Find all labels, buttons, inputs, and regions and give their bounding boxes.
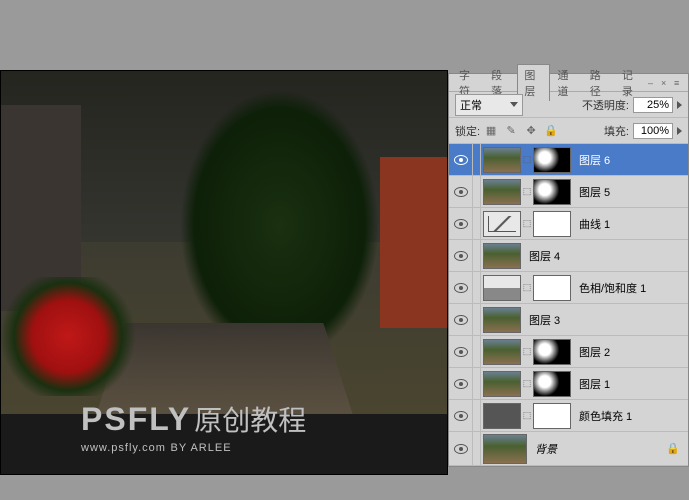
visibility-toggle[interactable]: [449, 304, 473, 335]
visibility-toggle[interactable]: [449, 336, 473, 367]
layer-row[interactable]: ⬚ 颜色填充 1: [449, 400, 688, 432]
mask-thumb[interactable]: [533, 275, 571, 301]
eye-icon: [454, 251, 468, 261]
layers-list: ⬚ 图层 6 ⬚ 图层 5 ⬚ 曲线 1 图层 4 ⬚ 色相/饱和度 1 图层 3 ⬚ 图层 2 ⬚ 图层…: [449, 144, 688, 466]
eye-icon: [454, 411, 468, 421]
layer-name-label[interactable]: 图层 6: [573, 152, 688, 168]
watermark-cn: 原创教程: [194, 405, 306, 436]
canvas-window: PSFLY 原创教程 www.psfly.com BY ARLEE: [0, 70, 448, 475]
visibility-toggle[interactable]: [449, 272, 473, 303]
mask-thumb[interactable]: [533, 403, 571, 429]
layers-panel: 字符 段落 图层 通道 路径 记录 – × ≡ 正常 不透明度: 25% 锁定:…: [448, 73, 689, 467]
mask-thumb[interactable]: [533, 179, 571, 205]
tab-paths[interactable]: 路径: [584, 65, 614, 101]
lock-position-icon[interactable]: ✥: [524, 124, 538, 138]
layer-row[interactable]: 图层 3: [449, 304, 688, 336]
mask-thumb[interactable]: [533, 371, 571, 397]
layer-row[interactable]: 图层 4: [449, 240, 688, 272]
layer-name-label[interactable]: 图层 3: [523, 312, 688, 328]
layer-row[interactable]: ⬚ 图层 5: [449, 176, 688, 208]
adjustment-thumb: [483, 211, 521, 237]
layer-name-label[interactable]: 图层 1: [573, 376, 688, 392]
layer-row[interactable]: 背景🔒: [449, 432, 688, 466]
visibility-toggle[interactable]: [449, 432, 473, 465]
adjustment-thumb: [483, 275, 521, 301]
link-icon: ⬚: [522, 275, 532, 301]
layer-name-label[interactable]: 图层 2: [573, 344, 688, 360]
layer-row[interactable]: ⬚ 图层 1: [449, 368, 688, 400]
layer-row[interactable]: ⬚ 图层 6: [449, 144, 688, 176]
link-icon: ⬚: [522, 403, 532, 429]
layer-thumb[interactable]: [483, 179, 521, 205]
visibility-toggle[interactable]: [449, 400, 473, 431]
watermark-logo: PSFLY: [81, 401, 191, 437]
layer-thumb[interactable]: [483, 147, 521, 173]
layer-thumb[interactable]: [483, 371, 521, 397]
visibility-toggle[interactable]: [449, 208, 473, 239]
eye-icon: [454, 444, 468, 454]
document-image: [1, 71, 447, 414]
layer-thumb[interactable]: [483, 339, 521, 365]
layer-row[interactable]: ⬚ 色相/饱和度 1: [449, 272, 688, 304]
link-icon: ⬚: [522, 147, 532, 173]
minimize-icon[interactable]: –: [648, 78, 658, 88]
eye-icon: [454, 315, 468, 325]
layer-name-label[interactable]: 曲线 1: [573, 216, 688, 232]
layer-name-label[interactable]: 图层 4: [523, 248, 688, 264]
mask-thumb[interactable]: [533, 211, 571, 237]
lock-all-icon[interactable]: 🔒: [544, 124, 558, 138]
lock-label: 锁定:: [455, 123, 480, 139]
watermark-author: BY ARLEE: [171, 442, 232, 454]
layer-thumb[interactable]: [483, 434, 527, 464]
fill-label: 填充:: [604, 123, 629, 139]
mask-thumb[interactable]: [533, 339, 571, 365]
layer-name-label[interactable]: 图层 5: [573, 184, 688, 200]
tab-channels[interactable]: 通道: [552, 65, 582, 101]
eye-icon: [454, 155, 468, 165]
opacity-input[interactable]: 25%: [633, 97, 673, 113]
menu-icon[interactable]: ≡: [674, 78, 684, 88]
link-icon: ⬚: [522, 211, 532, 237]
tab-history[interactable]: 记录: [616, 65, 646, 101]
fill-input[interactable]: 100%: [633, 123, 673, 139]
eye-icon: [454, 283, 468, 293]
chevron-down-icon: [510, 102, 518, 107]
link-icon: ⬚: [522, 371, 532, 397]
visibility-toggle[interactable]: [449, 240, 473, 271]
layer-row[interactable]: ⬚ 曲线 1: [449, 208, 688, 240]
layer-name-label[interactable]: 色相/饱和度 1: [573, 280, 688, 296]
blend-mode-value: 正常: [460, 97, 482, 113]
eye-icon: [454, 187, 468, 197]
adjustment-thumb: [483, 403, 521, 429]
watermark: PSFLY 原创教程 www.psfly.com BY ARLEE: [81, 399, 306, 454]
layer-row[interactable]: ⬚ 图层 2: [449, 336, 688, 368]
lock-transparent-icon[interactable]: ▦: [484, 124, 498, 138]
lock-row: 锁定: ▦ ✎ ✥ 🔒 填充: 100%: [449, 118, 688, 144]
blend-mode-dropdown[interactable]: 正常: [455, 94, 523, 116]
layer-name-label[interactable]: 颜色填充 1: [573, 408, 688, 424]
mask-thumb[interactable]: [533, 147, 571, 173]
link-icon: ⬚: [522, 339, 532, 365]
opacity-label: 不透明度:: [582, 97, 629, 113]
visibility-toggle[interactable]: [449, 368, 473, 399]
close-icon[interactable]: ×: [661, 78, 671, 88]
arrow-right-icon[interactable]: [677, 127, 682, 135]
panel-tabs: 字符 段落 图层 通道 路径 记录 – × ≡: [449, 74, 688, 92]
eye-icon: [454, 347, 468, 357]
lock-indicator-icon: 🔒: [666, 442, 680, 455]
layer-thumb[interactable]: [483, 307, 521, 333]
lock-image-icon[interactable]: ✎: [504, 124, 518, 138]
visibility-toggle[interactable]: [449, 176, 473, 207]
eye-icon: [454, 219, 468, 229]
layer-name-label[interactable]: 背景: [529, 441, 666, 457]
watermark-url: www.psfly.com: [81, 442, 166, 454]
arrow-right-icon[interactable]: [677, 101, 682, 109]
link-icon: ⬚: [522, 179, 532, 205]
eye-icon: [454, 379, 468, 389]
layer-thumb[interactable]: [483, 243, 521, 269]
visibility-toggle[interactable]: [449, 144, 473, 175]
